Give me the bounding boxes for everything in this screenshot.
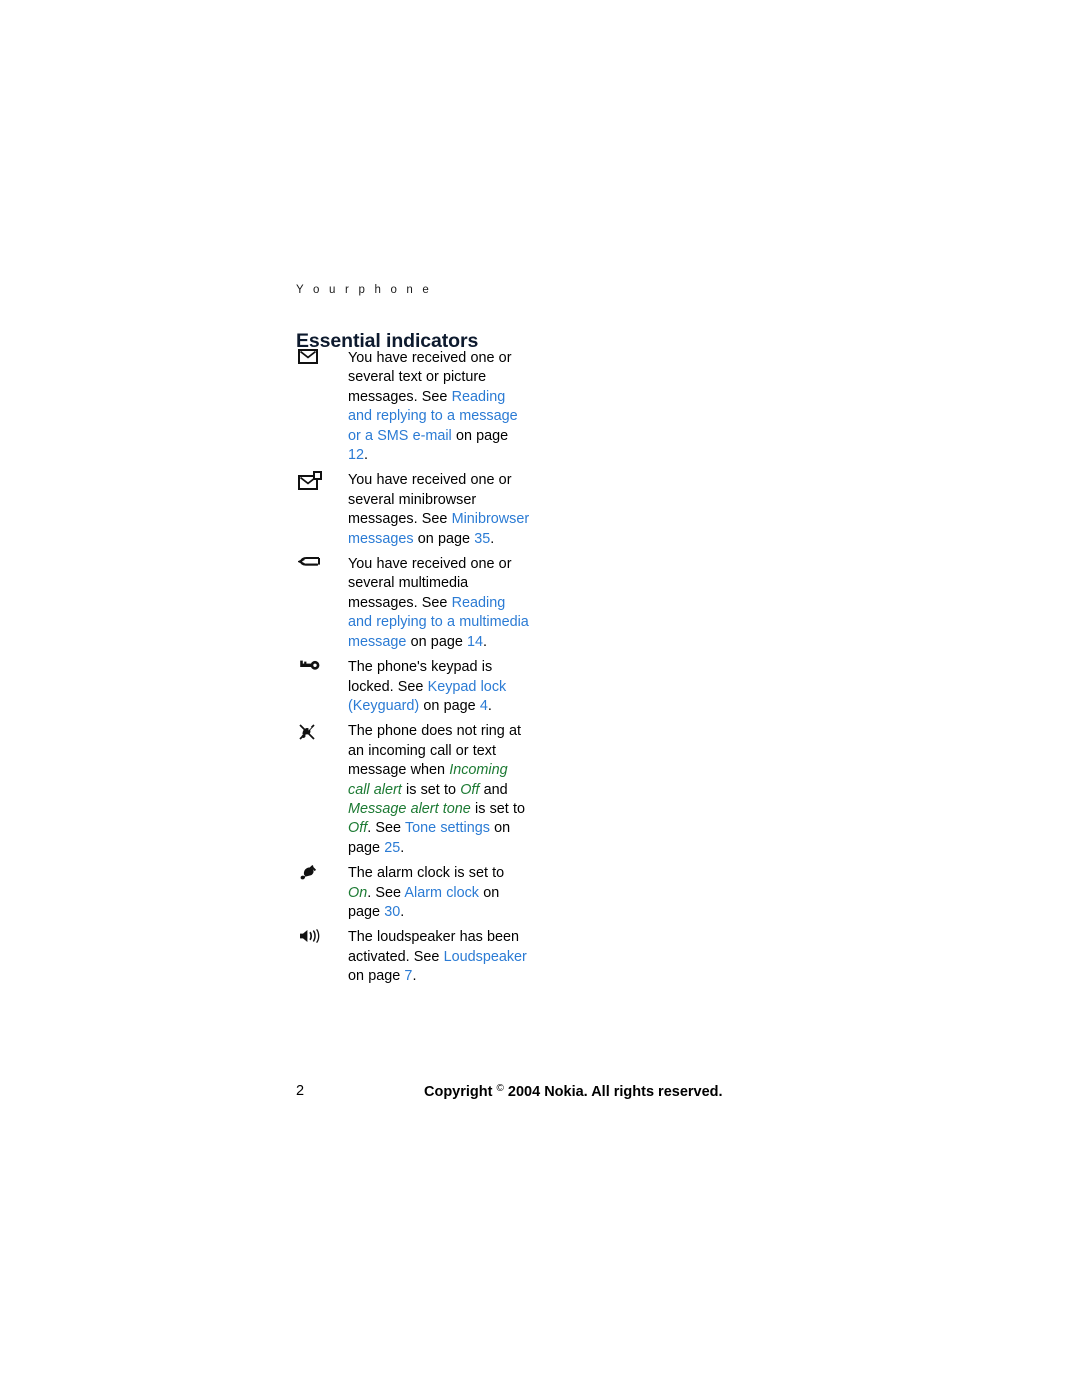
body-text: .	[364, 447, 369, 464]
body-text: is set to	[401, 781, 461, 798]
indicator-description: You have received one or several minibro…	[348, 471, 531, 549]
footer-copyright: Copyright © 2004 Nokia. All rights reser…	[424, 1083, 723, 1100]
indicator-row: You have received one or several minibro…	[296, 471, 716, 549]
cross-reference-link[interactable]: Tone settings	[405, 820, 490, 836]
indicator-row: The loudspeaker has been activated. See …	[296, 928, 716, 986]
body-text: .	[412, 968, 417, 985]
cross-reference-link[interactable]: 4	[480, 698, 488, 714]
indicator-description: The phone does not ring at an incoming c…	[348, 722, 531, 858]
body-text: is set to	[470, 800, 525, 817]
copyright-symbol: ©	[496, 1083, 504, 1094]
footer-page-number: 2	[296, 1083, 305, 1099]
cross-reference-link[interactable]: 12	[348, 447, 364, 463]
cross-reference-link[interactable]: 30	[384, 904, 400, 920]
body-text: on page	[419, 697, 480, 714]
indicator-row: You have received one or several multime…	[296, 555, 716, 652]
indicator-description: The alarm clock is set to On. See Alarm …	[348, 864, 531, 922]
setting-term: Message alert tone	[348, 800, 471, 817]
paperclip-icon	[296, 555, 338, 577]
running-header: Y o u r p h o n e	[296, 284, 433, 296]
alarm-bell-icon	[296, 864, 338, 886]
cross-reference-link[interactable]: 35	[474, 531, 490, 547]
envelope-badge-icon	[296, 471, 338, 493]
body-text: .	[487, 697, 492, 714]
body-text: on page	[413, 530, 475, 547]
setting-term: On	[348, 884, 368, 901]
copyright-text-before: Copyright	[424, 1084, 497, 1100]
indicator-description: The loudspeaker has been activated. See …	[348, 928, 531, 986]
setting-term: Off	[460, 781, 480, 798]
indicator-list: You have received one or several text or…	[296, 349, 716, 993]
indicator-description: You have received one or several text or…	[348, 349, 531, 465]
indicator-row: The alarm clock is set to On. See Alarm …	[296, 864, 716, 922]
indicator-row: The phone does not ring at an incoming c…	[296, 722, 716, 858]
row-spacer	[296, 987, 716, 993]
document-page: Y o u r p h o n e Essential indicators Y…	[0, 0, 1080, 1397]
body-text: on page	[348, 968, 405, 985]
body-text: .	[483, 633, 488, 650]
indicator-description: You have received one or several multime…	[348, 555, 531, 652]
body-text: .	[490, 530, 495, 547]
setting-term: Off	[348, 820, 368, 837]
cross-reference-link[interactable]: Alarm clock	[404, 885, 479, 901]
envelope-icon	[296, 349, 338, 371]
body-text: .	[400, 903, 405, 920]
body-text: on page	[406, 633, 468, 650]
loudspeaker-icon	[296, 928, 338, 950]
copyright-text-after: 2004 Nokia. All rights reserved.	[503, 1084, 723, 1100]
bell-muted-icon	[296, 722, 338, 744]
key-icon	[296, 658, 338, 680]
page-footer: 2 Copyright © 2004 Nokia. All rights res…	[296, 1083, 796, 1103]
body-text: and	[479, 781, 508, 798]
indicator-row: The phone's keypad is locked. See Keypad…	[296, 658, 716, 716]
body-text: The alarm clock is set to	[348, 865, 505, 882]
cross-reference-link[interactable]: 14	[467, 634, 483, 650]
body-text: . See	[367, 820, 405, 837]
body-text: on page	[451, 427, 509, 444]
cross-reference-link[interactable]: Loudspeaker	[444, 949, 527, 965]
cross-reference-link[interactable]: 25	[384, 840, 400, 856]
body-text: . See	[367, 884, 405, 901]
indicator-row: You have received one or several text or…	[296, 349, 716, 465]
body-text: .	[400, 839, 405, 856]
indicator-description: The phone's keypad is locked. See Keypad…	[348, 658, 531, 716]
